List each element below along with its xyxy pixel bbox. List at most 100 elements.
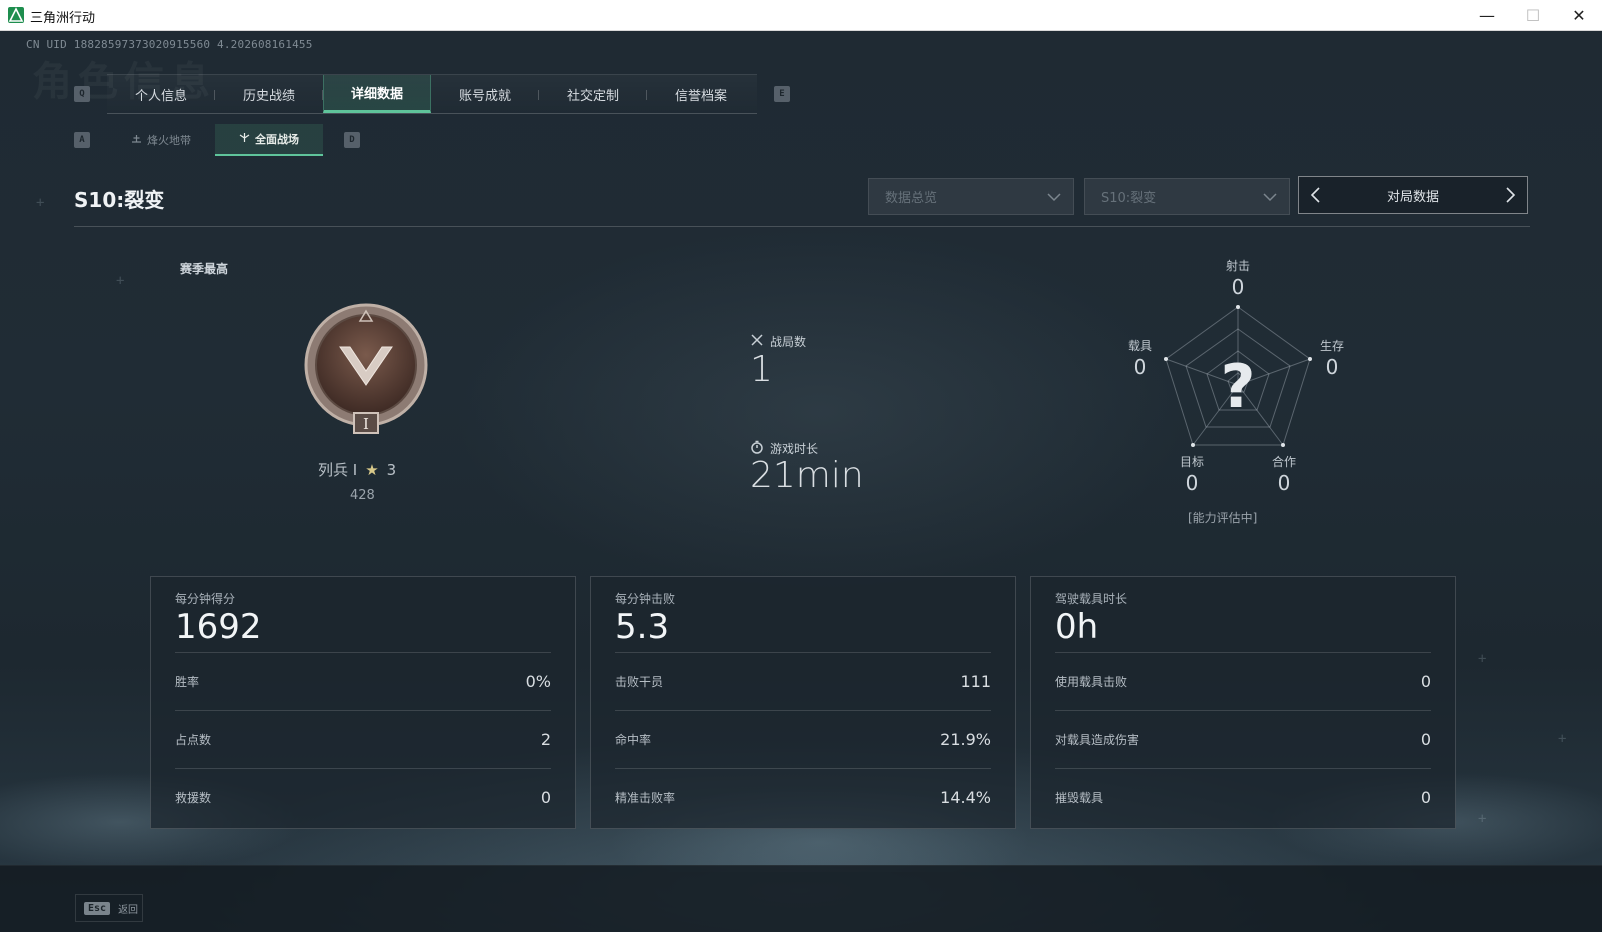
back-label: 返回 — [118, 904, 139, 916]
stat-row: 使用载具击败 0 — [1055, 671, 1431, 691]
stat-label: 对载具造成伤害 — [1055, 732, 1140, 747]
crossed-swords-icon — [750, 333, 764, 350]
crosshair-decoration: + — [1478, 651, 1487, 667]
esc-key-hint: Esc — [84, 901, 111, 915]
tab-social-custom[interactable]: 社交定制 — [539, 75, 647, 113]
tab-bonfire-zone[interactable]: 烽火地带 — [107, 124, 215, 156]
stat-label: 击败干员 — [615, 674, 664, 689]
stat-panel-vehicle: 驾驶载具时长 0h 使用载具击败 0 对载具造成伤害 0 摧毁载具 0 — [1030, 576, 1456, 829]
player-uid: CN UID 18828597373020915560 4.2026081614… — [26, 38, 313, 51]
tab-label: 信誉档案 — [674, 88, 727, 104]
radar-label-survival: 生存 — [1319, 339, 1344, 353]
tab-credit-record[interactable]: 信誉档案 — [647, 75, 755, 113]
subtab-right-key-hint: D — [344, 132, 360, 148]
panel-divider — [615, 710, 991, 711]
rank-name: 列兵 I — [318, 461, 358, 479]
data-overview-dropdown[interactable]: 数据总览 — [868, 178, 1074, 215]
close-button[interactable]: ✕ — [1556, 0, 1602, 31]
season-title: S10:裂变 — [74, 188, 165, 212]
subtab-left-key-hint: A — [74, 132, 90, 148]
radar-value-shooting: 0 — [1231, 275, 1245, 299]
panel-headline-value: 5.3 — [615, 607, 670, 647]
subtab-label: 烽火地带 — [147, 134, 191, 147]
panel-headline-label: 每分钟击败 — [615, 592, 676, 606]
panel-headline-value: 1692 — [175, 607, 262, 647]
panel-divider — [175, 652, 551, 653]
radar-value-cooperation: 0 — [1277, 471, 1291, 495]
radar-label-shooting: 射击 — [1225, 259, 1250, 273]
match-data-pager: 对局数据 — [1298, 176, 1528, 214]
window-titlebar: 三角洲行动 — ☐ ✕ — [0, 0, 1602, 31]
main-tab-bar: 个人信息 历史战绩 详细数据 账号成就 社交定制 信誉档案 — [107, 74, 757, 114]
stat-row: 精准击败率 14.4% — [615, 787, 991, 807]
stat-value: 0 — [1420, 787, 1431, 807]
minimize-button[interactable]: — — [1464, 0, 1510, 31]
stat-label: 占点数 — [175, 732, 212, 747]
stat-value: 2 — [540, 729, 551, 749]
panel-divider — [175, 710, 551, 711]
season-dropdown[interactable]: S10:裂变 — [1084, 178, 1290, 215]
bottom-bar — [0, 865, 1602, 932]
battlefield-icon — [239, 132, 250, 146]
panel-divider — [1055, 710, 1431, 711]
tab-detailed-data[interactable]: 详细数据 — [323, 75, 431, 113]
panel-headline-value: 0h — [1055, 607, 1099, 647]
stat-value: 0 — [1420, 671, 1431, 691]
stat-panel-score: 每分钟得分 1692 胜率 0% 占点数 2 救援数 0 — [150, 576, 576, 829]
back-button[interactable]: Esc 返回 — [75, 894, 143, 922]
radar-value-vehicle: 0 — [1133, 355, 1147, 379]
stat-label: 救援数 — [175, 790, 212, 805]
stat-label: 摧毁载具 — [1055, 790, 1104, 805]
radar-status: [能力评估中] — [1188, 511, 1258, 525]
stat-label: 精准击败率 — [615, 790, 676, 805]
stat-row: 摧毁载具 0 — [1055, 787, 1431, 807]
matches-label-row: 战局数 — [750, 333, 806, 350]
stat-value: 0 — [540, 787, 551, 807]
game-screen: 角色信息 CN UID 18828597373020915560 4.20260… — [0, 31, 1602, 932]
rank-tier-numeral: I — [363, 415, 369, 433]
stat-value: 0 — [1420, 729, 1431, 749]
crosshair-decoration: + — [36, 195, 45, 211]
rank-stars: 3 — [386, 460, 397, 479]
chevron-down-icon — [1263, 193, 1277, 202]
chevron-right-icon[interactable] — [1501, 186, 1519, 204]
tab-achievements[interactable]: 账号成就 — [431, 75, 539, 113]
stat-panel-kills: 每分钟击败 5.3 击败干员 111 命中率 21.9% 精准击败率 14.4% — [590, 576, 1016, 829]
stat-row: 救援数 0 — [175, 787, 551, 807]
chevron-left-icon[interactable] — [1307, 186, 1325, 204]
window-title: 三角洲行动 — [30, 11, 96, 26]
stat-value: 0% — [525, 671, 551, 691]
tab-personal-info[interactable]: 个人信息 — [107, 75, 215, 113]
stat-value: 21.9% — [940, 729, 991, 749]
tab-label: 历史战绩 — [242, 88, 295, 104]
stat-row: 对载具造成伤害 0 — [1055, 729, 1431, 749]
playtime-value: 21min — [750, 455, 864, 496]
panel-divider — [1055, 768, 1431, 769]
rank-points: 428 — [350, 488, 375, 503]
tab-label: 社交定制 — [566, 88, 619, 104]
radar-center-mark: ? — [1221, 352, 1256, 422]
subtab-label: 全面战场 — [255, 133, 299, 146]
crosshair-decoration: + — [1558, 731, 1567, 747]
stat-row: 命中率 21.9% — [615, 729, 991, 749]
maximize-button[interactable]: ☐ — [1510, 0, 1556, 31]
bonfire-icon — [131, 133, 142, 147]
mode-tab-bar: 烽火地带 全面战场 — [107, 124, 323, 156]
tab-right-key-hint: E — [774, 86, 790, 102]
tab-label: 详细数据 — [350, 87, 403, 102]
crosshair-decoration: + — [1478, 811, 1487, 827]
stat-label: 命中率 — [615, 732, 652, 747]
dropdown-value: 数据总览 — [885, 191, 938, 206]
season-best-heading: 赛季最高 — [180, 262, 229, 276]
matches-value: 1 — [750, 349, 773, 390]
tab-match-history[interactable]: 历史战绩 — [215, 75, 323, 113]
matches-label: 战局数 — [770, 335, 807, 349]
panel-divider — [1055, 652, 1431, 653]
stat-row: 占点数 2 — [175, 729, 551, 749]
stat-value: 14.4% — [940, 787, 991, 807]
app-logo-icon — [8, 7, 24, 23]
radar-label-cooperation: 合作 — [1271, 455, 1296, 469]
tab-left-key-hint: Q — [74, 86, 90, 102]
tab-full-battlefield[interactable]: 全面战场 — [215, 124, 323, 156]
star-icon: ★ — [365, 460, 379, 479]
